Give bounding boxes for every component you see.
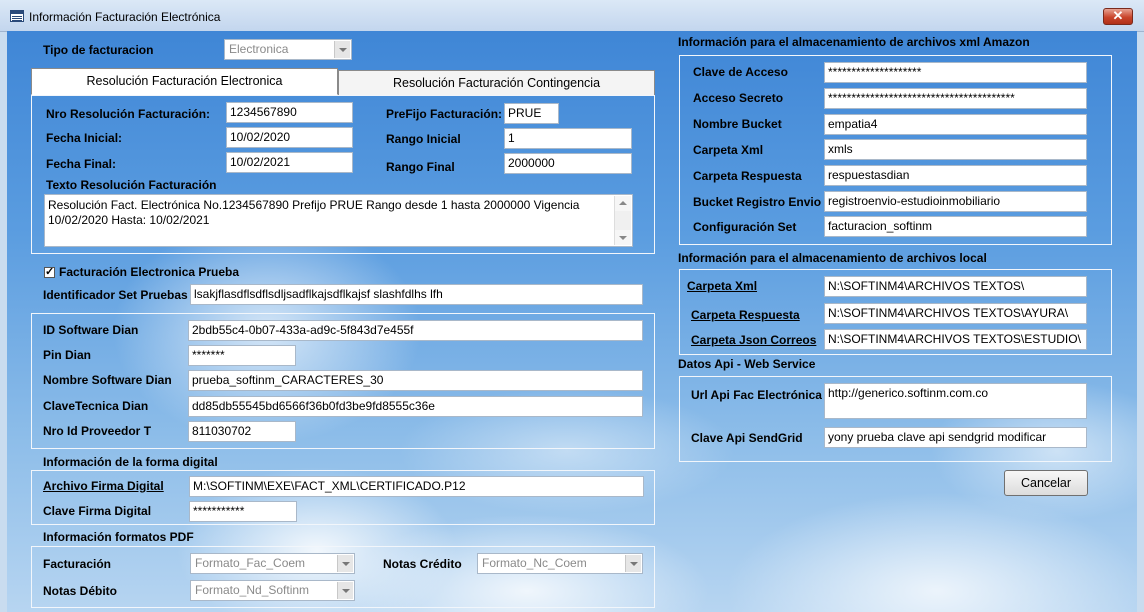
fecha-final-input[interactable]: 10/02/2021 bbox=[226, 152, 353, 173]
texto-resolucion-value: Resolución Fact. Electrónica No.12345678… bbox=[48, 198, 580, 227]
close-button[interactable]: ✕ bbox=[1103, 8, 1133, 25]
fecha-final-label: Fecha Final: bbox=[46, 157, 117, 171]
clave-tecnica-label: ClaveTecnica Dian bbox=[43, 399, 149, 413]
facturacion-format-label: Facturación bbox=[43, 557, 112, 571]
scroll-down-icon[interactable] bbox=[615, 230, 631, 245]
local-input-carpeta-json[interactable]: N:\SOFTINM4\ARCHIVOS TEXTOS\ESTUDIO\ bbox=[824, 329, 1087, 350]
amazon-label-bucket-registro: Bucket Registro Envio bbox=[693, 195, 822, 209]
clave-firma-input[interactable]: *********** bbox=[189, 501, 297, 522]
clave-tecnica-input[interactable]: dd85db55545bd6566f36b0fd3be9fd8555c36e bbox=[188, 396, 643, 417]
local-label-carpeta-json[interactable]: Carpeta Json Correos bbox=[691, 333, 816, 347]
chevron-down-icon[interactable] bbox=[625, 555, 641, 572]
rango-final-label: Rango Final bbox=[386, 160, 455, 174]
notas-credito-value: Formato_Nc_Coem bbox=[482, 556, 587, 570]
archivo-firma-label[interactable]: Archivo Firma Digital bbox=[43, 479, 164, 493]
set-pruebas-input[interactable]: lsakjflasdflsdflsdljsadflkajsdflkajsf sl… bbox=[190, 284, 643, 305]
tipo-facturacion-value: Electronica bbox=[229, 42, 289, 56]
pin-dian-label: Pin Dian bbox=[43, 348, 92, 362]
tab-resolucion-electronica[interactable]: Resolución Facturación Electronica bbox=[31, 68, 338, 95]
firma-section-title: Información de la forma digital bbox=[43, 455, 218, 469]
amazon-input-carpeta-xml[interactable]: xmls bbox=[824, 139, 1087, 160]
fecha-inicial-label: Fecha Inicial: bbox=[46, 131, 123, 145]
notas-debito-value: Formato_Nd_Softinm bbox=[195, 583, 310, 597]
amazon-label-nombre-bucket: Nombre Bucket bbox=[693, 117, 782, 131]
rango-inicial-label: Rango Inicial bbox=[386, 132, 461, 146]
facturacion-format-value: Formato_Fac_Coem bbox=[195, 556, 306, 570]
amazon-label-configuracion-set: Configuración Set bbox=[693, 220, 797, 234]
fecha-inicial-input[interactable]: 10/02/2020 bbox=[226, 127, 353, 148]
amazon-label-clave-acceso: Clave de Acceso bbox=[693, 65, 788, 79]
amazon-input-configuracion-set[interactable]: facturacion_softinm bbox=[824, 216, 1087, 237]
window-app-icon bbox=[10, 10, 24, 22]
textarea-scrollbar[interactable] bbox=[614, 196, 631, 245]
title-bar: Información Facturación Electrónica ✕ bbox=[0, 0, 1144, 32]
rango-final-input[interactable]: 2000000 bbox=[504, 153, 632, 174]
local-label-carpeta-respuesta[interactable]: Carpeta Respuesta bbox=[691, 308, 800, 322]
notas-debito-label: Notas Débito bbox=[43, 584, 118, 598]
proveedor-label: Nro Id Proveedor T bbox=[43, 424, 152, 438]
nombre-software-label: Nombre Software Dian bbox=[43, 373, 172, 387]
amazon-label-carpeta-xml: Carpeta Xml bbox=[693, 143, 764, 157]
url-api-input[interactable]: http://generico.softinm.com.co bbox=[824, 383, 1087, 419]
local-input-carpeta-respuesta[interactable]: N:\SOFTINM4\ARCHIVOS TEXTOS\AYURA\ bbox=[824, 303, 1087, 324]
facturacion-format-combo[interactable]: Formato_Fac_Coem bbox=[190, 553, 355, 574]
local-input-carpeta-xml[interactable]: N:\SOFTINM4\ARCHIVOS TEXTOS\ bbox=[824, 276, 1087, 297]
prefijo-input[interactable]: PRUE bbox=[504, 103, 559, 124]
notas-credito-combo[interactable]: Formato_Nc_Coem bbox=[477, 553, 643, 574]
amazon-label-acceso-secreto: Acceso Secreto bbox=[693, 91, 784, 105]
amazon-label-carpeta-respuesta: Carpeta Respuesta bbox=[693, 169, 802, 183]
set-pruebas-label: Identificador Set Pruebas bbox=[43, 288, 188, 302]
proveedor-input[interactable]: 811030702 bbox=[188, 421, 296, 442]
archivo-firma-input[interactable]: M:\SOFTINM\EXE\FACT_XML\CERTIFICADO.P12 bbox=[189, 476, 644, 497]
pdf-section-title: Información formatos PDF bbox=[43, 530, 194, 544]
nro-resolucion-input[interactable]: 1234567890 bbox=[226, 102, 353, 123]
nombre-software-input[interactable]: prueba_softinm_CARACTERES_30 bbox=[188, 370, 643, 391]
local-label-carpeta-xml[interactable]: Carpeta Xml bbox=[687, 279, 757, 293]
texto-resolucion-textarea[interactable]: Resolución Fact. Electrónica No.12345678… bbox=[44, 194, 633, 247]
rango-inicial-input[interactable]: 1 bbox=[504, 128, 632, 149]
chevron-down-icon[interactable] bbox=[337, 582, 353, 599]
clave-firma-label: Clave Firma Digital bbox=[43, 504, 152, 518]
window-title: Información Facturación Electrónica bbox=[29, 10, 221, 24]
amazon-input-acceso-secreto[interactable]: **************************************** bbox=[824, 88, 1087, 109]
amazon-input-carpeta-respuesta[interactable]: respuestasdian bbox=[824, 165, 1087, 186]
api-section-title: Datos Api - Web Service bbox=[678, 357, 816, 371]
sendgrid-input[interactable]: yony prueba clave api sendgrid modificar bbox=[824, 427, 1087, 448]
id-software-input[interactable]: 2bdb55c4-0b07-433a-ad9c-5f843d7e455f bbox=[188, 320, 643, 341]
cancel-button[interactable]: Cancelar bbox=[1004, 470, 1088, 496]
chevron-down-icon[interactable] bbox=[337, 555, 353, 572]
pin-dian-input[interactable]: ******* bbox=[188, 345, 296, 366]
id-software-label: ID Software Dian bbox=[43, 323, 139, 337]
prueba-checkbox-label: Facturación Electronica Prueba bbox=[59, 265, 240, 279]
sendgrid-label: Clave Api SendGrid bbox=[691, 431, 803, 445]
tipo-facturacion-combo[interactable]: Electronica bbox=[224, 39, 352, 60]
nro-resolucion-label: Nro Resolución Facturación: bbox=[46, 107, 211, 121]
local-section-title: Información para el almacenamiento de ar… bbox=[678, 251, 987, 265]
prefijo-label: PreFijo Facturación: bbox=[386, 107, 503, 121]
notas-credito-label: Notas Crédito bbox=[383, 557, 462, 571]
url-api-label: Url Api Fac Electrónica bbox=[691, 388, 822, 402]
notas-debito-combo[interactable]: Formato_Nd_Softinm bbox=[190, 580, 355, 601]
tipo-facturacion-label: Tipo de facturacion bbox=[43, 43, 154, 57]
chevron-down-icon[interactable] bbox=[334, 41, 350, 58]
amazon-input-bucket-registro[interactable]: registroenvio-estudioinmobiliario bbox=[824, 191, 1087, 212]
amazon-section-title: Información para el almacenamiento de ar… bbox=[678, 35, 1030, 49]
scroll-up-icon[interactable] bbox=[615, 196, 631, 211]
amazon-input-nombre-bucket[interactable]: empatia4 bbox=[824, 114, 1087, 135]
form-client-area: Tipo de facturacion Electronica Resoluci… bbox=[7, 31, 1137, 612]
texto-resolucion-label: Texto Resolución Facturación bbox=[46, 178, 217, 192]
tab-resolucion-contingencia[interactable]: Resolución Facturación Contingencia bbox=[338, 70, 655, 96]
amazon-input-clave-acceso[interactable]: ******************** bbox=[824, 62, 1087, 83]
prueba-checkbox[interactable]: ✓ bbox=[44, 267, 55, 278]
